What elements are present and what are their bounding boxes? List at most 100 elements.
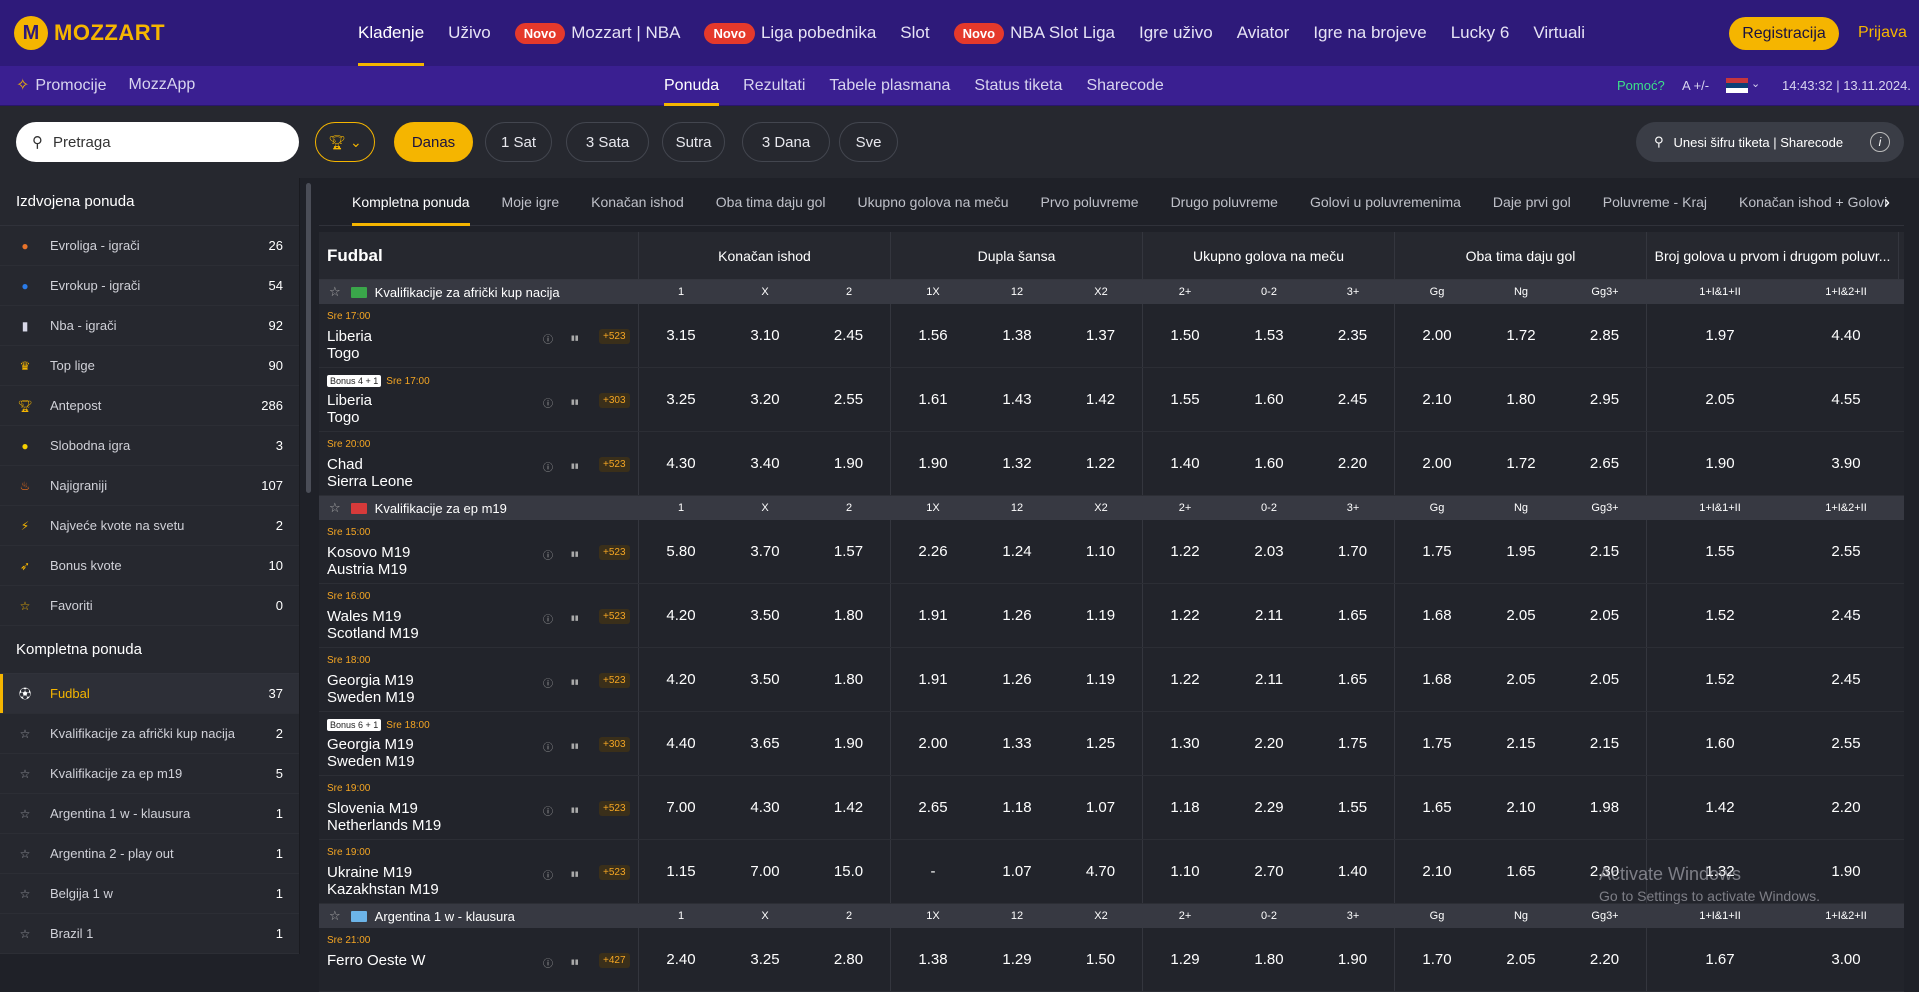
odds-cell[interactable]: 1.75 [1395, 520, 1479, 583]
market-tab[interactable]: Konačan ishod + Golovi [1739, 178, 1887, 226]
odds-cell[interactable]: 1.38 [891, 928, 975, 991]
sidebar-item[interactable]: ● Slobodna igra 3 [0, 426, 299, 466]
odds-cell[interactable]: 1.07 [975, 840, 1059, 903]
market-tab[interactable]: Oba tima daju gol [716, 178, 826, 226]
odds-cell[interactable]: 1.68 [1395, 648, 1479, 711]
odds-cell[interactable]: 2.85 [1563, 304, 1647, 367]
search-input[interactable]: ⚲ Pretraga [16, 122, 299, 162]
odds-cell[interactable]: 2.05 [1479, 648, 1563, 711]
more-markets-badge[interactable]: +523 [599, 457, 630, 472]
more-markets-badge[interactable]: +523 [599, 673, 630, 688]
nav-item-10[interactable]: Virtuali [1533, 0, 1585, 66]
nav-item-0[interactable]: Klađenje [358, 0, 425, 66]
odds-cell[interactable]: 7.00 [639, 776, 723, 839]
odds-cell[interactable]: 2.29 [1227, 776, 1311, 839]
odds-cell[interactable]: 2.45 [1793, 584, 1899, 647]
mozzart-logo[interactable]: M MOZZART [14, 16, 165, 50]
odds-cell[interactable]: 1.15 [639, 840, 723, 903]
font-size-toggle[interactable]: A +/- [1682, 78, 1709, 93]
odds-cell[interactable]: 1.30 [1143, 712, 1227, 775]
match-info[interactable]: Sre 19:00 Ukraine M19 Kazakhstan M19 ⓘ ▮▮ +52… [319, 840, 639, 903]
odds-cell[interactable]: 3.00 [1793, 928, 1899, 991]
odds-cell[interactable]: 1.26 [975, 584, 1059, 647]
odds-cell[interactable]: 2.05 [1479, 584, 1563, 647]
nav-item-2[interactable]: Novo Mozzart | NBA [514, 0, 680, 66]
odds-cell[interactable]: 1.65 [1311, 584, 1395, 647]
info-icon[interactable]: ⓘ [543, 955, 553, 970]
odds-cell[interactable]: 1.52 [1647, 648, 1793, 711]
info-icon[interactable]: ⓘ [543, 547, 553, 562]
nav-item-5[interactable]: Novo NBA Slot Liga [953, 0, 1115, 66]
odds-cell[interactable]: 1.70 [1395, 928, 1479, 991]
more-markets-badge[interactable]: +523 [599, 609, 630, 624]
time-filter-chip[interactable]: 1 Sat [485, 122, 552, 162]
odds-cell[interactable]: 1.25 [1059, 712, 1143, 775]
odds-cell[interactable]: 2.00 [1395, 304, 1479, 367]
nav-item-9[interactable]: Lucky 6 [1451, 0, 1510, 66]
odds-cell[interactable]: 2.45 [807, 304, 891, 367]
odds-cell[interactable]: 3.10 [723, 304, 807, 367]
sidebar-item[interactable]: ☆ Argentina 2 - play out 1 [0, 834, 299, 874]
odds-cell[interactable]: 1.29 [1143, 928, 1227, 991]
odds-cell[interactable]: 7.00 [723, 840, 807, 903]
odds-cell[interactable]: 2.00 [1395, 432, 1479, 495]
odds-cell[interactable]: 2.45 [1793, 648, 1899, 711]
odds-cell[interactable]: 1.22 [1143, 648, 1227, 711]
match-info[interactable]: Sre 21:00 Ferro Oeste W ⓘ ▮▮ +427 [319, 928, 639, 991]
odds-cell[interactable]: 4.40 [639, 712, 723, 775]
more-markets-badge[interactable]: +427 [599, 953, 630, 968]
odds-cell[interactable]: 3.15 [639, 304, 723, 367]
market-tab[interactable]: Daje prvi gol [1493, 178, 1571, 226]
match-info[interactable]: Sre 16:00 Wales M19 Scotland M19 ⓘ ▮▮ +523 [319, 584, 639, 647]
odds-cell[interactable]: 2.20 [1563, 928, 1647, 991]
odds-cell[interactable]: 1.26 [975, 648, 1059, 711]
odds-cell[interactable]: 1.90 [1647, 432, 1793, 495]
odds-cell[interactable]: - [891, 840, 975, 903]
mozzapp-link[interactable]: MozzApp [129, 76, 196, 94]
odds-cell[interactable]: 3.20 [723, 368, 807, 431]
market-tab[interactable]: Ukupno golova na meču [858, 178, 1009, 226]
info-icon[interactable]: ⓘ [543, 459, 553, 474]
odds-cell[interactable]: 1.19 [1059, 648, 1143, 711]
chevron-down-icon[interactable]: ⌄ [1751, 77, 1760, 90]
odds-cell[interactable]: 1.91 [891, 584, 975, 647]
odds-cell[interactable]: 1.68 [1395, 584, 1479, 647]
odds-cell[interactable]: 1.80 [1479, 368, 1563, 431]
stats-icon[interactable]: ▮▮ [571, 870, 579, 878]
star-outline-icon[interactable]: ☆ [329, 500, 341, 516]
nav-item-7[interactable]: Aviator [1237, 0, 1290, 66]
odds-cell[interactable]: 1.32 [975, 432, 1059, 495]
info-icon[interactable]: i [1870, 132, 1890, 152]
odds-cell[interactable]: 1.40 [1311, 840, 1395, 903]
info-icon[interactable]: ⓘ [543, 739, 553, 754]
odds-cell[interactable]: 2.00 [891, 712, 975, 775]
odds-cell[interactable]: 3.65 [723, 712, 807, 775]
stats-icon[interactable]: ▮▮ [571, 806, 579, 814]
stats-icon[interactable]: ▮▮ [571, 678, 579, 686]
odds-cell[interactable]: 1.60 [1647, 712, 1793, 775]
stats-icon[interactable]: ▮▮ [571, 614, 579, 622]
odds-cell[interactable]: 1.53 [1227, 304, 1311, 367]
sharecode-input[interactable]: ⚲ Unesi šifru tiketa | Sharecode i [1636, 122, 1904, 162]
odds-cell[interactable]: 2.20 [1793, 776, 1899, 839]
more-markets-badge[interactable]: +303 [599, 393, 630, 408]
sidebar-item[interactable]: ♛ Top lige 90 [0, 346, 299, 386]
odds-cell[interactable]: 2.15 [1479, 712, 1563, 775]
odds-cell[interactable]: 1.07 [1059, 776, 1143, 839]
odds-cell[interactable]: 3.50 [723, 584, 807, 647]
sidebar-scrollbar[interactable] [306, 183, 311, 493]
odds-cell[interactable]: 1.65 [1479, 840, 1563, 903]
serbia-flag-icon[interactable] [1726, 78, 1748, 93]
odds-cell[interactable]: 1.90 [807, 432, 891, 495]
odds-cell[interactable]: 2.05 [1647, 368, 1793, 431]
odds-cell[interactable]: 2.55 [1793, 520, 1899, 583]
sidebar-item[interactable]: ● Evroliga - igrači 26 [0, 226, 299, 266]
more-markets-badge[interactable]: +523 [599, 545, 630, 560]
odds-cell[interactable]: 1.65 [1395, 776, 1479, 839]
subnav-tab-3[interactable]: Status tiketa [974, 66, 1062, 106]
odds-cell[interactable]: 2.11 [1227, 648, 1311, 711]
odds-cell[interactable]: 2.03 [1227, 520, 1311, 583]
odds-cell[interactable]: 1.22 [1143, 584, 1227, 647]
odds-cell[interactable]: 1.56 [891, 304, 975, 367]
odds-cell[interactable]: 3.50 [723, 648, 807, 711]
